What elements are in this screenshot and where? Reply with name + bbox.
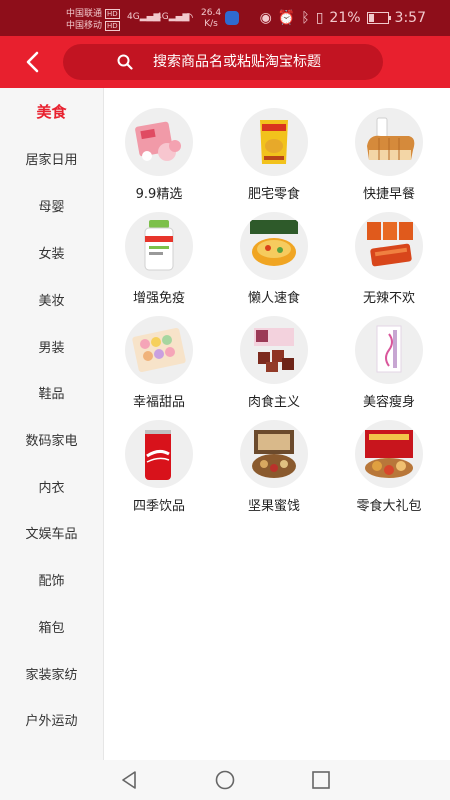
sidebar-item-womens[interactable]: 女装 [0, 243, 103, 262]
category-label: 幸福甜品 [132, 395, 185, 410]
sidebar-item-bags[interactable]: 箱包 [0, 617, 103, 636]
cola-can-icon [145, 430, 171, 480]
battery-icon [366, 12, 391, 24]
category-tile[interactable]: 零食大礼包 [334, 420, 444, 514]
wifi-icon: ◠ [183, 10, 194, 24]
sidebar-item-mens[interactable]: 男装 [0, 337, 103, 356]
sidebar-item-outdoor[interactable]: 户外运动 [0, 710, 103, 729]
search-placeholder: 搜索商品名或粘贴淘宝标题 [153, 54, 321, 70]
bread-icon [367, 117, 415, 160]
battery-text: 21% [329, 10, 361, 26]
category-tile[interactable]: 肉食主义 [219, 316, 329, 410]
category-label: 懒人速食 [247, 291, 300, 306]
category-label: 增强免疫 [132, 291, 185, 306]
category-tile[interactable]: 美容瘦身 [334, 316, 444, 410]
category-image [355, 108, 423, 176]
app-notification-icon [225, 11, 239, 25]
gift-pack-icon [365, 430, 413, 478]
category-label: 美容瘦身 [362, 395, 415, 410]
category-tile[interactable]: 无辣不欢 [334, 212, 444, 306]
snack-package-icon [135, 121, 181, 161]
category-tile[interactable]: 四季饮品 [104, 420, 214, 514]
category-image [240, 212, 308, 280]
chevron-left-icon [26, 51, 39, 73]
category-tile[interactable]: 9.9精选 [104, 108, 214, 202]
category-tile[interactable]: 幸福甜品 [104, 316, 214, 410]
sidebar-item-home-textiles[interactable]: 家装家纺 [0, 664, 103, 683]
network-type: 4G [127, 12, 140, 22]
sidebar-item-digital[interactable]: 数码家电 [0, 430, 103, 449]
carrier-2: 中国移动 [66, 21, 103, 31]
category-image [125, 212, 193, 280]
sidebar-item-underwear[interactable]: 内衣 [0, 477, 103, 496]
net-speed: 26.4 K/s [201, 8, 221, 30]
category-label: 肉食主义 [247, 395, 300, 410]
search-input[interactable]: 搜索商品名或粘贴淘宝标题 [63, 44, 383, 80]
category-tile[interactable]: 坚果蜜饯 [219, 420, 329, 514]
back-button[interactable] [20, 49, 46, 75]
circle-home-icon [215, 770, 235, 790]
category-image [240, 420, 308, 488]
chips-bag-icon [260, 120, 288, 164]
header: 搜索商品名或粘贴淘宝标题 [0, 36, 450, 88]
category-image [125, 316, 193, 384]
sidebar-item-accessories[interactable]: 配饰 [0, 570, 103, 589]
net-speed-unit: K/s [204, 19, 218, 29]
nav-back-button[interactable] [117, 768, 143, 792]
eye-icon: ◉ [259, 10, 272, 26]
carrier-info: 中国联通 HD 中国移动 HD [66, 8, 120, 32]
category-image [355, 316, 423, 384]
vibrate-icon: ▯ [315, 10, 324, 26]
hd-badge: HD [105, 9, 120, 19]
beauty-box-icon [376, 325, 402, 373]
category-label: 肥宅零食 [247, 187, 300, 202]
nav-recents-button[interactable] [309, 768, 335, 792]
category-tile[interactable]: 快捷早餐 [334, 108, 444, 202]
category-tile[interactable]: 增强免疫 [104, 212, 214, 306]
category-image [125, 108, 193, 176]
category-label: 无辣不欢 [362, 291, 415, 306]
category-label: 零食大礼包 [356, 499, 422, 514]
sidebar-item-food[interactable]: 美食 [0, 101, 103, 122]
supplement-bottle-icon [144, 220, 174, 271]
category-image [355, 212, 423, 280]
clock: 3:57 [394, 10, 426, 26]
net-speed-value: 26.4 [201, 8, 222, 18]
category-tile[interactable]: 懒人速食 [219, 212, 329, 306]
category-label: 四季饮品 [132, 499, 185, 514]
noodle-bowl-icon [250, 220, 298, 266]
macaron-box-icon [132, 327, 186, 373]
network-type: 4G [156, 12, 169, 22]
alarm-icon: ⏰ [277, 10, 296, 26]
square-recents-icon [312, 771, 330, 789]
sidebar-item-stationery-auto[interactable]: 文娱车品 [0, 523, 103, 542]
category-image [125, 420, 193, 488]
meat-cubes-icon [254, 328, 294, 372]
nuts-box-icon [252, 430, 296, 478]
search-icon [117, 54, 133, 70]
category-image [240, 316, 308, 384]
category-label: 坚果蜜饯 [247, 499, 300, 514]
category-tile[interactable]: 肥宅零食 [219, 108, 329, 202]
category-label: 快捷早餐 [362, 187, 415, 202]
hd-badge: HD [105, 21, 120, 31]
triangle-back-icon [122, 771, 136, 789]
system-nav-bar [0, 760, 450, 800]
status-bar: 中国联通 HD 中国移动 HD 4G▂▄▆ 4G▂▄▆ ◠ 26.4 K/s ◉ ⏰… [0, 0, 450, 36]
category-image [355, 420, 423, 488]
carrier-1: 中国联通 [66, 9, 103, 19]
sidebar-item-shoes[interactable]: 鞋品 [0, 383, 103, 402]
sidebar-item-beauty[interactable]: 美妆 [0, 290, 103, 309]
category-label: 9.9精选 [135, 187, 183, 202]
bluetooth-icon: ᛒ [301, 10, 310, 26]
sidebar-item-baby[interactable]: 母婴 [0, 196, 103, 215]
category-image [240, 108, 308, 176]
category-sidebar: 美食 居家日用 母婴 女装 美妆 男装 鞋品 数码家电 内衣 文娱车品 配饰 箱… [0, 88, 104, 760]
spicy-strips-icon [367, 222, 413, 267]
sidebar-item-home[interactable]: 居家日用 [0, 149, 103, 168]
nav-home-button[interactable] [213, 768, 239, 792]
